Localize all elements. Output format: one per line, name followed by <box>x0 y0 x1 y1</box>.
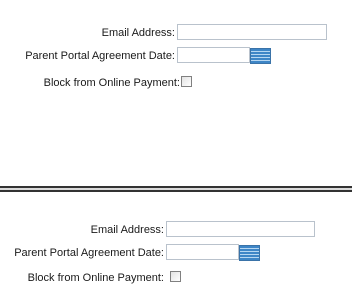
email-row: Email Address: <box>0 221 352 239</box>
calendar-icon[interactable] <box>239 245 260 261</box>
block-payment-row: Block from Online Payment: <box>0 74 352 92</box>
form-panel-top: Email Address: Parent Portal Agreement D… <box>0 0 352 186</box>
agreement-date-label: Parent Portal Agreement Date: <box>14 247 164 259</box>
agreement-date-label: Parent Portal Agreement Date: <box>25 50 175 62</box>
block-payment-row: Block from Online Payment: <box>0 269 352 287</box>
email-row: Email Address: <box>0 24 352 42</box>
agreement-date-field[interactable] <box>177 47 250 63</box>
agreement-date-row: Parent Portal Agreement Date: <box>0 244 352 262</box>
block-payment-label: Block from Online Payment: <box>27 272 164 284</box>
agreement-date-field[interactable] <box>166 244 239 260</box>
email-label: Email Address: <box>90 224 164 236</box>
block-payment-checkbox[interactable] <box>170 271 181 282</box>
block-payment-label: Block from Online Payment: <box>43 77 180 89</box>
calendar-icon[interactable] <box>250 48 271 64</box>
agreement-date-row: Parent Portal Agreement Date: <box>0 47 352 65</box>
email-field[interactable] <box>177 24 327 40</box>
email-label: Email Address: <box>101 27 175 39</box>
block-payment-checkbox[interactable] <box>181 76 192 87</box>
email-field[interactable] <box>166 221 315 237</box>
form-panel-bottom: Email Address: Parent Portal Agreement D… <box>0 192 352 286</box>
